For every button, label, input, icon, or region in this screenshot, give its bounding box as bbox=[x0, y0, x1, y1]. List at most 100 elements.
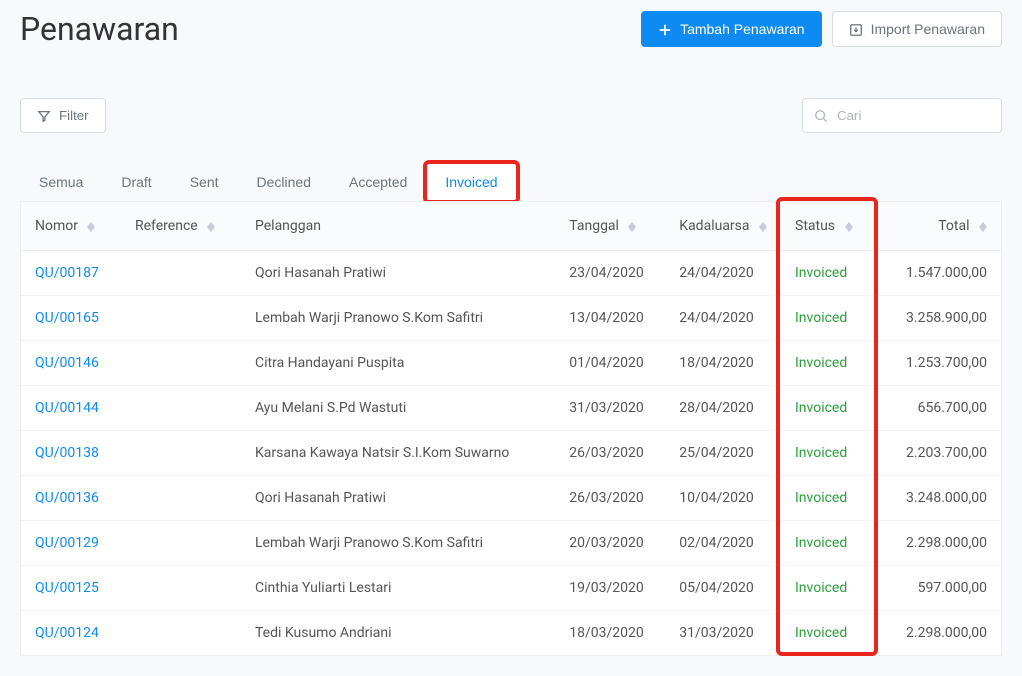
nomor-link[interactable]: QU/00124 bbox=[35, 625, 99, 641]
sort-icon bbox=[759, 222, 767, 232]
cell-tanggal: 01/04/2020 bbox=[555, 341, 665, 386]
cell-kadaluarsa: 24/04/2020 bbox=[665, 251, 781, 296]
nomor-link[interactable]: QU/00138 bbox=[35, 445, 99, 461]
cell-reference bbox=[121, 341, 241, 386]
cell-total: 3.248.000,00 bbox=[871, 476, 1001, 521]
column-pelanggan[interactable]: Pelanggan bbox=[241, 202, 555, 251]
tab-sent[interactable]: Sent bbox=[171, 163, 238, 201]
table-row: QU/00144 Ayu Melani S.Pd Wastuti31/03/202… bbox=[21, 386, 1001, 431]
cell-status: Invoiced bbox=[781, 566, 871, 611]
cell-kadaluarsa: 28/04/2020 bbox=[665, 386, 781, 431]
cell-pelanggan: Qori Hasanah Pratiwi bbox=[241, 251, 555, 296]
cell-pelanggan: Cinthia Yuliarti Lestari bbox=[241, 566, 555, 611]
sort-icon bbox=[628, 222, 636, 232]
tab-accepted[interactable]: Accepted bbox=[330, 163, 426, 201]
column-status[interactable]: Status bbox=[781, 202, 871, 251]
cell-tanggal: 20/03/2020 bbox=[555, 521, 665, 566]
cell-tanggal: 23/04/2020 bbox=[555, 251, 665, 296]
table-row: QU/00165 Lembah Warji Pranowo S.Kom Safit… bbox=[21, 296, 1001, 341]
cell-reference bbox=[121, 476, 241, 521]
nomor-link[interactable]: QU/00125 bbox=[35, 580, 99, 596]
cell-pelanggan: Ayu Melani S.Pd Wastuti bbox=[241, 386, 555, 431]
column-nomor[interactable]: Nomor bbox=[21, 202, 121, 251]
table-row: QU/00138 Karsana Kawaya Natsir S.I.Kom Su… bbox=[21, 431, 1001, 476]
tab-semua[interactable]: Semua bbox=[20, 163, 102, 201]
table-row: QU/00129 Lembah Warji Pranowo S.Kom Safit… bbox=[21, 521, 1001, 566]
cell-status: Invoiced bbox=[781, 341, 871, 386]
cell-reference bbox=[121, 521, 241, 566]
column-pelanggan-label: Pelanggan bbox=[255, 218, 321, 234]
tab-invoiced[interactable]: Invoiced bbox=[426, 163, 516, 201]
search-input[interactable] bbox=[802, 98, 1002, 133]
table-row: QU/00136Qori Hasanah Pratiwi26/03/202010… bbox=[21, 476, 1001, 521]
cell-pelanggan: Tedi Kusumo Andriani bbox=[241, 611, 555, 656]
cell-total: 656.700,00 bbox=[871, 386, 1001, 431]
column-reference-label: Reference bbox=[135, 218, 198, 234]
column-total-label: Total bbox=[938, 218, 969, 234]
search-box bbox=[802, 98, 1002, 133]
cell-tanggal: 26/03/2020 bbox=[555, 476, 665, 521]
nomor-link[interactable]: QU/00144 bbox=[35, 400, 99, 416]
column-nomor-label: Nomor bbox=[35, 218, 78, 234]
cell-reference bbox=[121, 296, 241, 341]
cell-status: Invoiced bbox=[781, 251, 871, 296]
cell-pelanggan: Karsana Kawaya Natsir S.I.Kom Suwarno bbox=[241, 431, 555, 476]
plus-icon bbox=[658, 21, 672, 37]
cell-tanggal: 31/03/2020 bbox=[555, 386, 665, 431]
cell-tanggal: 13/04/2020 bbox=[555, 296, 665, 341]
data-table: Nomor Reference Pelanggan bbox=[21, 202, 1001, 655]
sort-icon bbox=[87, 222, 95, 232]
cell-total: 1.253.700,00 bbox=[871, 341, 1001, 386]
cell-reference bbox=[121, 386, 241, 431]
column-kadaluarsa[interactable]: Kadaluarsa bbox=[665, 202, 781, 251]
cell-kadaluarsa: 02/04/2020 bbox=[665, 521, 781, 566]
cell-status: Invoiced bbox=[781, 386, 871, 431]
cell-kadaluarsa: 24/04/2020 bbox=[665, 296, 781, 341]
tabs: SemuaDraftSentDeclinedAcceptedInvoiced bbox=[20, 163, 1002, 201]
cell-kadaluarsa: 05/04/2020 bbox=[665, 566, 781, 611]
cell-pelanggan: Lembah Warji Pranowo S.Kom Safitri bbox=[241, 521, 555, 566]
import-button[interactable]: Import Penawaran bbox=[832, 11, 1002, 47]
tab-declined[interactable]: Declined bbox=[238, 163, 330, 201]
nomor-link[interactable]: QU/00129 bbox=[35, 535, 99, 551]
cell-total: 597.000,00 bbox=[871, 566, 1001, 611]
add-button[interactable]: Tambah Penawaran bbox=[641, 11, 822, 47]
cell-reference bbox=[121, 431, 241, 476]
add-button-label: Tambah Penawaran bbox=[680, 21, 805, 37]
cell-total: 2.298.000,00 bbox=[871, 611, 1001, 656]
nomor-link[interactable]: QU/00187 bbox=[35, 265, 99, 281]
cell-pelanggan: Lembah Warji Pranowo S.Kom Safitri bbox=[241, 296, 555, 341]
cell-total: 1.547.000,00 bbox=[871, 251, 1001, 296]
column-tanggal-label: Tanggal bbox=[569, 218, 619, 234]
cell-status: Invoiced bbox=[781, 611, 871, 656]
cell-total: 2.298.000,00 bbox=[871, 521, 1001, 566]
cell-status: Invoiced bbox=[781, 431, 871, 476]
table-row: QU/00124Tedi Kusumo Andriani18/03/202031… bbox=[21, 611, 1001, 656]
filter-button[interactable]: Filter bbox=[20, 98, 106, 133]
import-icon bbox=[849, 21, 863, 37]
column-total[interactable]: Total bbox=[871, 202, 1001, 251]
column-status-label: Status bbox=[795, 218, 835, 234]
table-row: QU/00146Citra Handayani Puspita01/04/202… bbox=[21, 341, 1001, 386]
sort-icon bbox=[207, 222, 215, 232]
nomor-link[interactable]: QU/00146 bbox=[35, 355, 99, 371]
cell-pelanggan: Qori Hasanah Pratiwi bbox=[241, 476, 555, 521]
cell-reference bbox=[121, 251, 241, 296]
column-tanggal[interactable]: Tanggal bbox=[555, 202, 665, 251]
nomor-link[interactable]: QU/00165 bbox=[35, 310, 99, 326]
header-actions: Tambah Penawaran Import Penawaran bbox=[641, 11, 1002, 47]
sort-icon bbox=[979, 222, 987, 232]
toolbar: Filter bbox=[20, 98, 1002, 133]
page-title: Penawaran bbox=[20, 10, 179, 48]
cell-tanggal: 19/03/2020 bbox=[555, 566, 665, 611]
cell-status: Invoiced bbox=[781, 296, 871, 341]
nomor-link[interactable]: QU/00136 bbox=[35, 490, 99, 506]
column-reference[interactable]: Reference bbox=[121, 202, 241, 251]
tab-draft[interactable]: Draft bbox=[102, 163, 170, 201]
filter-button-label: Filter bbox=[59, 108, 89, 123]
import-button-label: Import Penawaran bbox=[871, 21, 985, 37]
cell-status: Invoiced bbox=[781, 476, 871, 521]
table-row: QU/00187 Qori Hasanah Pratiwi23/04/202024… bbox=[21, 251, 1001, 296]
cell-kadaluarsa: 31/03/2020 bbox=[665, 611, 781, 656]
cell-total: 3.258.900,00 bbox=[871, 296, 1001, 341]
